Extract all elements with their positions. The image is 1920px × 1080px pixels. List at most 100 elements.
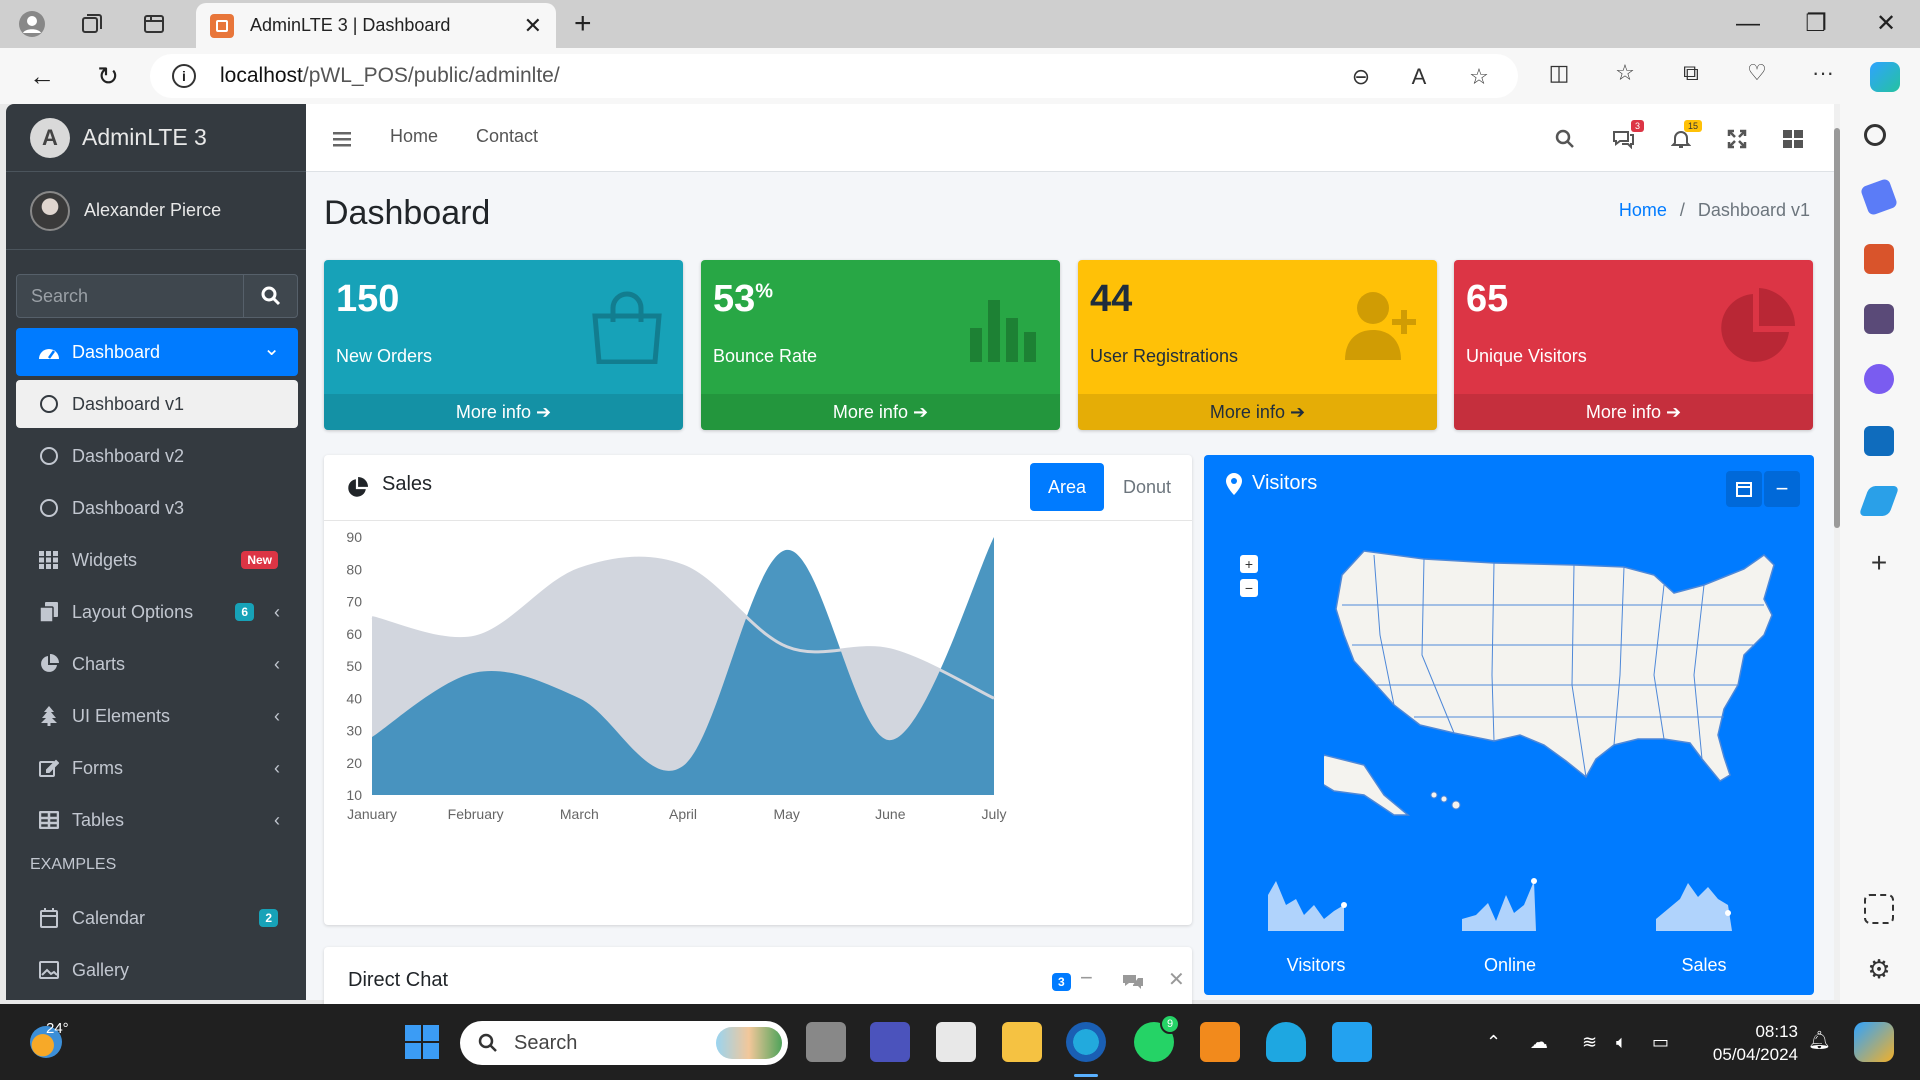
url-path: /pWL_POS/public/adminlte/ (302, 64, 560, 87)
navbar-search-icon[interactable] (1552, 126, 1578, 152)
task-view-icon[interactable] (806, 1022, 846, 1062)
tab-actions-icon[interactable] (138, 8, 170, 40)
workspaces-icon[interactable] (76, 8, 108, 40)
fullscreen-icon[interactable] (1724, 126, 1750, 152)
games-icon[interactable] (1864, 304, 1894, 334)
app-icon[interactable] (1266, 1022, 1306, 1062)
split-screen-icon[interactable]: ◫ (1542, 60, 1576, 86)
calendar-button[interactable] (1726, 471, 1762, 507)
profile-icon[interactable] (16, 8, 48, 40)
sidebar-item-dashboard-v1[interactable]: Dashboard v1 (16, 380, 298, 428)
user-panel[interactable]: Alexander Pierce (6, 172, 306, 250)
copilot-icon[interactable] (1870, 62, 1900, 92)
start-windows-icon[interactable] (402, 1022, 442, 1062)
copilot-icon[interactable] (1854, 1022, 1894, 1062)
add-icon[interactable]: + (1864, 548, 1894, 578)
map-zoom-out-button[interactable]: − (1240, 579, 1258, 597)
new-tab-icon[interactable]: + (574, 6, 592, 42)
file-explorer-icon[interactable] (1002, 1022, 1042, 1062)
volume-icon[interactable]: 🔈︎ (1616, 1032, 1627, 1053)
scrollbar-thumb[interactable] (1834, 128, 1840, 528)
close-window-icon[interactable]: ✕ (1862, 6, 1910, 42)
microsoft-store-icon[interactable] (936, 1022, 976, 1062)
minimize-icon[interactable]: — (1724, 6, 1772, 42)
sidebar-item-layout-options[interactable]: Layout Options 6 ‹ (16, 588, 298, 636)
outlook-icon[interactable] (1864, 426, 1894, 456)
onedrive-cloud-icon[interactable]: ☁ (1530, 1032, 1548, 1053)
teams-icon[interactable] (870, 1022, 910, 1062)
wifi-icon[interactable]: ≋ (1582, 1032, 1597, 1053)
sidebar-item-charts[interactable]: Charts ‹ (16, 640, 298, 688)
more-info-link[interactable]: More info ➔ (324, 394, 683, 430)
map-zoom-in-button[interactable]: + (1240, 555, 1258, 573)
sidebar-item-gallery[interactable]: Gallery (16, 946, 298, 994)
close-tab-icon[interactable]: ✕ (524, 13, 542, 39)
settings-gear-icon[interactable]: ⚙ (1864, 954, 1894, 984)
stat-label: New Orders (336, 346, 433, 366)
collapse-button[interactable]: − (1764, 471, 1800, 507)
search-icon[interactable] (1864, 124, 1886, 146)
sidebar-item-dashboard-v3[interactable]: Dashboard v3 (16, 484, 298, 532)
more-options-icon[interactable]: ··· (1806, 60, 1840, 86)
screenshot-icon[interactable] (1864, 894, 1894, 924)
vscode-icon[interactable] (1332, 1022, 1372, 1062)
collapse-icon[interactable]: − (1080, 965, 1093, 991)
edge-browser-icon[interactable] (1066, 1022, 1106, 1062)
address-bar[interactable]: i localhost/pWL_POS/public/adminlte/ ⊖ A… (150, 54, 1518, 98)
sidebar-item-dashboard[interactable]: Dashboard ⌄ (16, 328, 298, 376)
more-info-link[interactable]: More info ➔ (1078, 394, 1437, 430)
breadcrumb: Home / Dashboard v1 (1619, 200, 1810, 221)
messages-icon[interactable]: 3 (1610, 120, 1644, 152)
main-sidebar: A AdminLTE 3 Alexander Pierce Search Das… (6, 104, 306, 1000)
notification-bell-icon[interactable]: 🔔︎ (1808, 1030, 1831, 1051)
back-icon[interactable]: ← (26, 60, 58, 92)
whatsapp-icon[interactable]: 9 (1134, 1014, 1180, 1062)
sidebar-search-input[interactable]: Search (17, 275, 243, 317)
tab-area[interactable]: Area (1030, 463, 1104, 511)
table-icon (38, 810, 60, 830)
browser-essentials-icon[interactable]: ♡ (1740, 60, 1774, 86)
brand-link[interactable]: A AdminLTE 3 (6, 104, 306, 172)
sidebar-item-widgets[interactable]: Widgets New (16, 536, 298, 584)
collections-icon[interactable]: ⧉ (1674, 60, 1708, 86)
control-sidebar-icon[interactable] (1780, 126, 1806, 152)
more-info-link[interactable]: More info ➔ (701, 394, 1060, 430)
taskbar-search[interactable]: Search (460, 1021, 788, 1065)
tools-icon[interactable] (1864, 244, 1894, 274)
zoom-icon[interactable]: ⊖ (1344, 64, 1378, 90)
read-aloud-icon[interactable]: A (1402, 64, 1436, 90)
shopping-tag-icon[interactable] (1859, 177, 1899, 217)
battery-icon[interactable]: ▭ (1652, 1032, 1669, 1053)
sidebar-item-calendar[interactable]: Calendar 2 (16, 894, 298, 942)
browser-tab[interactable]: AdminLTE 3 | Dashboard ✕ (196, 3, 556, 48)
sidebar-search[interactable]: Search (16, 274, 298, 318)
restore-icon[interactable]: ❐ (1792, 6, 1840, 42)
nav-link-home[interactable]: Home (390, 126, 438, 147)
pdf-app-icon[interactable] (1200, 1022, 1240, 1062)
microsoft-365-icon[interactable] (1864, 364, 1894, 394)
sidebar-item-dashboard-v2[interactable]: Dashboard v2 (16, 432, 298, 480)
nav-link-contact[interactable]: Contact (476, 126, 538, 147)
chevron-up-icon[interactable]: ⌃ (1486, 1032, 1501, 1053)
refresh-icon[interactable]: ↻ (92, 60, 124, 92)
x-tick-label: January (347, 806, 397, 822)
tab-donut[interactable]: Donut (1110, 463, 1184, 511)
sidebar-item-forms[interactable]: Forms ‹ (16, 744, 298, 792)
comments-icon[interactable] (1122, 973, 1144, 991)
hamburger-menu-icon[interactable] (330, 126, 356, 152)
count-badge: 6 (235, 603, 254, 621)
stat-value: 53% (713, 278, 774, 320)
favorites-icon[interactable]: ☆ (1608, 60, 1642, 86)
breadcrumb-home[interactable]: Home (1619, 200, 1667, 220)
clock[interactable]: 08:13 05/04/2024 (1702, 1020, 1798, 1066)
sidebar-item-tables[interactable]: Tables ‹ (16, 796, 298, 844)
close-icon[interactable]: ✕ (1168, 967, 1185, 992)
sidebar-item-ui-elements[interactable]: UI Elements ‹ (16, 692, 298, 740)
bell-icon[interactable]: 15 (1668, 120, 1702, 152)
favorite-star-icon[interactable]: ☆ (1462, 64, 1496, 90)
search-button[interactable] (243, 275, 297, 317)
drop-icon[interactable] (1858, 486, 1900, 516)
page-scrollbar[interactable] (1834, 104, 1840, 1000)
site-info-icon[interactable]: i (172, 64, 196, 88)
more-info-link[interactable]: More info ➔ (1454, 394, 1813, 430)
